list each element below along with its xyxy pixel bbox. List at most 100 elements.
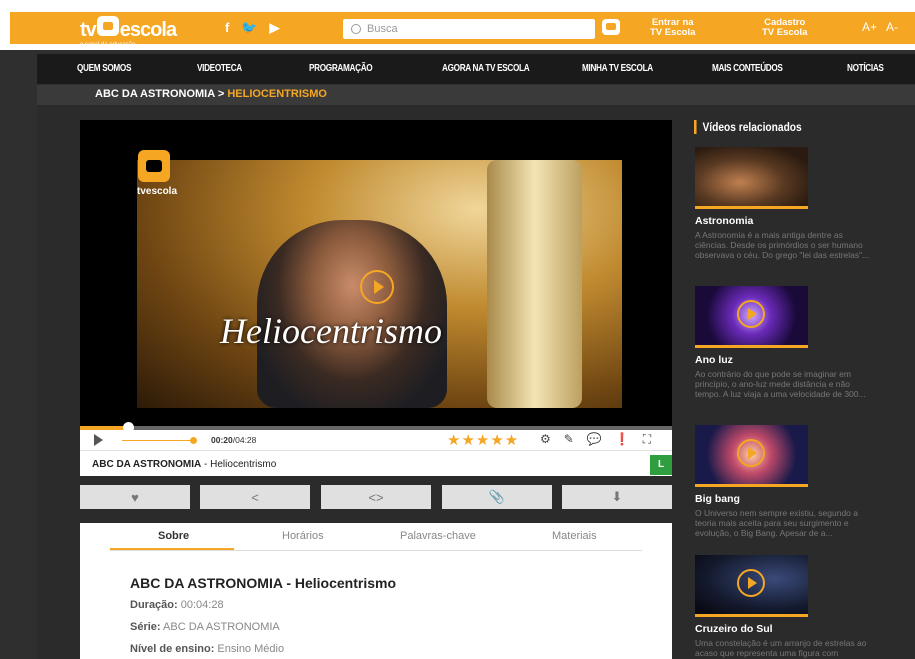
related-video-thumb-astronomia[interactable] bbox=[695, 147, 808, 209]
active-tab-indicator bbox=[110, 548, 234, 550]
episode-name: - Heliocentrismo bbox=[201, 459, 277, 470]
tab-sobre[interactable]: Sobre bbox=[158, 530, 189, 542]
video-title-bar: ABC DA ASTRONOMIA - Heliocentrismo L bbox=[80, 450, 672, 476]
nav-item-mais-conteudos[interactable]: MAIS CONTEÚDOS bbox=[712, 63, 783, 74]
related-video-thumb-cruzeiro[interactable] bbox=[695, 555, 808, 617]
nav-item-programacao[interactable]: PROGRAMAÇÃO bbox=[309, 63, 373, 74]
top-header: tv escola o canal da educação f 🐦 ▶ Busca… bbox=[0, 0, 915, 50]
related-video-desc: Uma constelação é um arranjo de estrelas… bbox=[695, 638, 867, 658]
favorite-button[interactable]: ♥ bbox=[80, 485, 190, 509]
attach-button[interactable]: 📎 bbox=[442, 485, 552, 509]
player-controls: 00:20/04:28 ★★★★★ ⚙ ✎ 💬 ❗ ⛶ bbox=[80, 430, 672, 450]
tv-escola-logo[interactable]: tv escola o canal da educação bbox=[80, 16, 177, 48]
related-video-thumb-big-bang[interactable] bbox=[695, 425, 808, 487]
tab-horarios[interactable]: Horários bbox=[282, 530, 324, 542]
info-panel: Sobre Horários Palavras-chave Materiais … bbox=[80, 523, 672, 659]
alert-icon[interactable]: ❗ bbox=[615, 432, 630, 447]
tv-escola-watermark-icon bbox=[138, 150, 170, 182]
social-links: f 🐦 ▶ bbox=[225, 20, 280, 36]
duration-value: 00:04:28 bbox=[177, 599, 224, 611]
signup-link[interactable]: Cadastro TV Escola bbox=[762, 18, 807, 38]
nav-item-quem-somos[interactable]: QUEM SOMOS bbox=[77, 63, 131, 74]
pencil-icon[interactable]: ✎ bbox=[564, 432, 574, 447]
details-title: ABC DA ASTRONOMIA - Heliocentrismo bbox=[130, 575, 397, 591]
watermark-text: tvescola bbox=[137, 186, 178, 197]
embed-button[interactable]: <> bbox=[321, 485, 431, 509]
download-icon: ⬇ bbox=[611, 489, 623, 504]
series-value: ABC DA ASTRONOMIA bbox=[160, 621, 280, 633]
code-icon: <> bbox=[368, 489, 384, 505]
telescope-image bbox=[487, 160, 582, 408]
main-nav: QUEM SOMOS VIDEOTECA PROGRAMAÇÃO AGORA N… bbox=[37, 54, 915, 84]
breadcrumb: ABC DA ASTRONOMIA > HELIOCENTRISMO bbox=[37, 85, 915, 105]
series-label: Série: bbox=[130, 621, 161, 633]
share-icon: < bbox=[251, 489, 259, 505]
breadcrumb-parent[interactable]: ABC DA ASTRONOMIA > bbox=[95, 88, 227, 100]
info-tabs: Sobre Horários Palavras-chave Materiais bbox=[110, 523, 642, 551]
level-value: Ensino Médio bbox=[214, 643, 285, 655]
comment-icon[interactable]: 💬 bbox=[587, 432, 602, 447]
series-row: Série: ABC DA ASTRONOMIA bbox=[130, 621, 280, 633]
action-buttons: ♥ < <> 📎 ⬇ bbox=[80, 485, 672, 509]
share-button[interactable]: < bbox=[200, 485, 310, 509]
video-overlay-title: Heliocentrismo bbox=[220, 311, 442, 351]
logo-box bbox=[96, 16, 119, 36]
gear-icon[interactable]: ⚙ bbox=[540, 432, 551, 447]
rating-stars[interactable]: ★★★★★ bbox=[447, 431, 519, 449]
login-line2: TV Escola bbox=[650, 27, 696, 38]
signup-line2: TV Escola bbox=[762, 27, 808, 38]
age-rating-badge: L bbox=[650, 455, 672, 475]
related-video-title[interactable]: Astronomia bbox=[695, 215, 753, 227]
play-overlay-icon[interactable] bbox=[360, 270, 394, 304]
font-increase-button[interactable]: A+ bbox=[862, 20, 877, 34]
play-icon bbox=[737, 300, 765, 328]
volume-slider[interactable] bbox=[122, 440, 192, 441]
series-name: ABC DA ASTRONOMIA bbox=[92, 459, 202, 470]
breadcrumb-current: HELIOCENTRISMO bbox=[227, 88, 327, 100]
fullscreen-icon[interactable]: ⛶ bbox=[643, 432, 651, 447]
duration-row: Duração: 00:04:28 bbox=[130, 599, 224, 611]
font-decrease-button[interactable]: A- bbox=[886, 20, 898, 34]
related-video-thumb-ano-luz[interactable] bbox=[695, 286, 808, 348]
login-link[interactable]: Entrar na TV Escola bbox=[650, 18, 695, 38]
facebook-icon[interactable]: f bbox=[225, 20, 229, 36]
search-input[interactable]: Busca bbox=[343, 19, 595, 39]
search-icon bbox=[351, 24, 361, 34]
twitter-icon[interactable]: 🐦 bbox=[241, 20, 257, 36]
youtube-icon[interactable]: ▶ bbox=[270, 20, 280, 36]
tab-palavras-chave[interactable]: Palavras-chave bbox=[400, 530, 476, 542]
time-current: 00:20 bbox=[211, 435, 233, 445]
play-icon[interactable] bbox=[94, 434, 103, 446]
related-video-title[interactable]: Big bang bbox=[695, 493, 740, 505]
logo-tagline: o canal da educação bbox=[80, 42, 136, 48]
duration-label: Duração: bbox=[130, 599, 178, 611]
related-video-desc: A Astronomia é a mais antiga dentre as c… bbox=[695, 230, 870, 260]
nav-item-noticias[interactable]: NOTÍCIAS bbox=[847, 63, 884, 74]
player-tools: ⚙ ✎ 💬 ❗ ⛶ bbox=[540, 432, 651, 447]
time-total: /04:28 bbox=[232, 435, 257, 445]
play-icon bbox=[737, 569, 765, 597]
search-placeholder: Busca bbox=[367, 23, 398, 35]
header-bar: tv escola o canal da educação f 🐦 ▶ Busca… bbox=[10, 12, 915, 48]
time-display: 00:20/04:28 bbox=[211, 435, 256, 445]
related-video-title[interactable]: Ano luz bbox=[695, 354, 733, 366]
volume-handle[interactable] bbox=[190, 437, 197, 444]
tv-icon[interactable] bbox=[602, 19, 620, 35]
level-label: Nível de ensino: bbox=[130, 643, 215, 655]
level-row: Nível de ensino: Ensino Médio bbox=[130, 643, 284, 655]
video-player[interactable]: tvescola Heliocentrismo bbox=[80, 120, 672, 426]
nav-item-videoteca[interactable]: VIDEOTECA bbox=[197, 63, 242, 74]
related-video-title[interactable]: Cruzeiro do Sul bbox=[695, 623, 773, 635]
nav-item-agora[interactable]: AGORA NA TV ESCOLA bbox=[442, 63, 530, 74]
related-videos-heading: Vídeos relacionados bbox=[694, 120, 802, 134]
heart-icon: ♥ bbox=[131, 489, 139, 505]
download-button[interactable]: ⬇ bbox=[562, 485, 672, 509]
related-video-desc: Ao contrário do que pode se imaginar em … bbox=[695, 369, 866, 399]
logo-escola: escola bbox=[119, 19, 177, 41]
related-video-desc: O Universo nem sempre existiu, segundo a… bbox=[695, 508, 858, 538]
nav-item-minha-tv[interactable]: MINHA TV ESCOLA bbox=[582, 63, 653, 74]
tab-materiais[interactable]: Materiais bbox=[552, 530, 597, 542]
paperclip-icon: 📎 bbox=[488, 489, 506, 504]
play-icon bbox=[737, 439, 765, 467]
logo-tv: tv bbox=[80, 19, 97, 41]
